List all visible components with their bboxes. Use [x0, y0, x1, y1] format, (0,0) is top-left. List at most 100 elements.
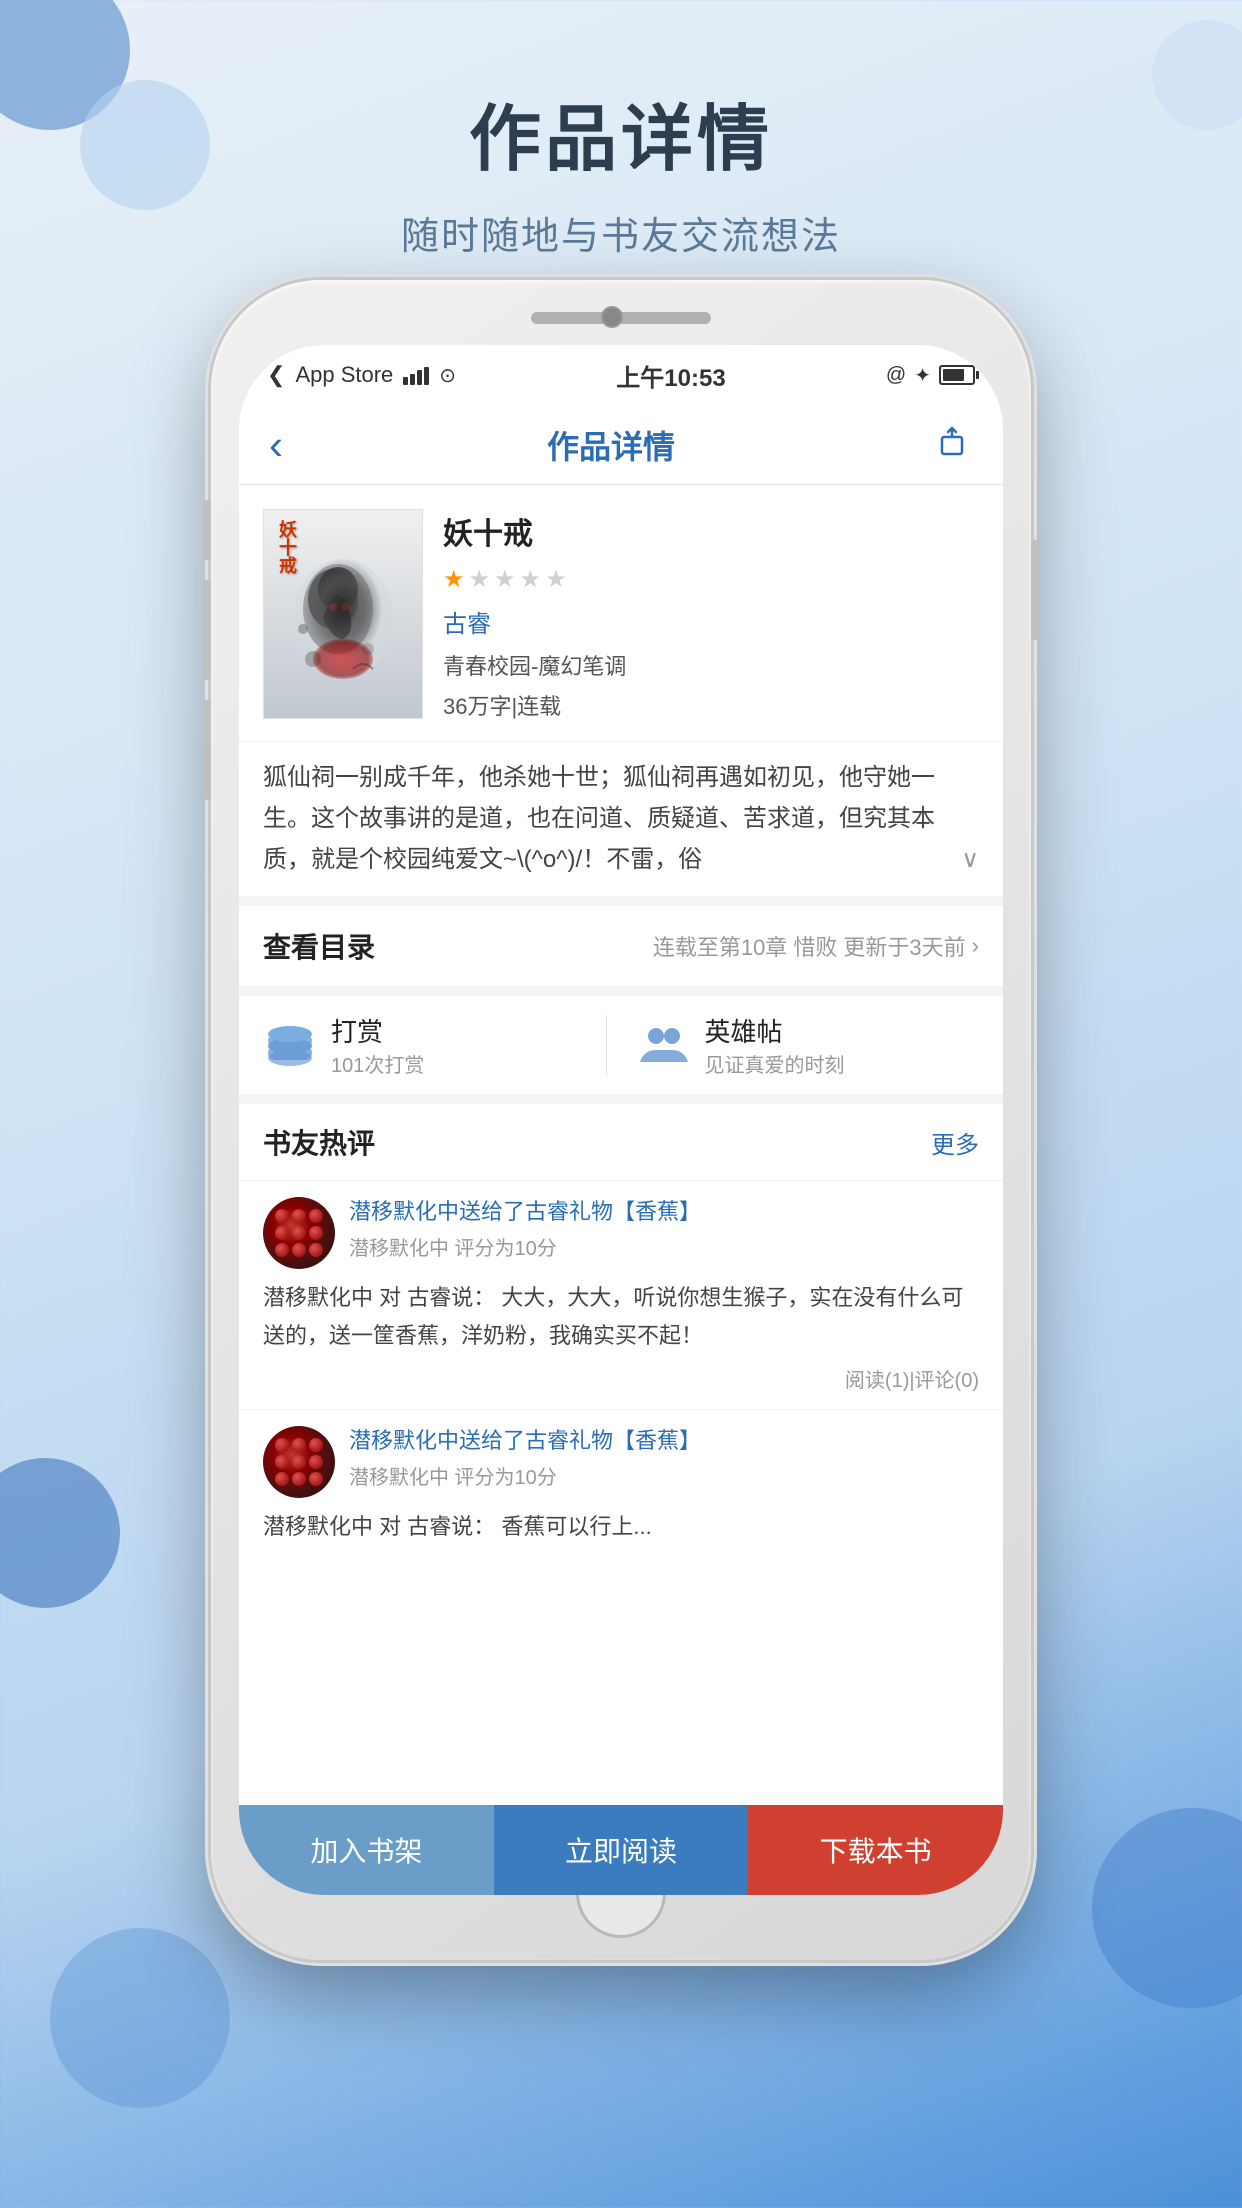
reward-text: 打赏 101次打赏 — [331, 1012, 424, 1078]
berries-grid — [269, 1203, 329, 1263]
hero-post-sub: 见证真爱的时刻 — [705, 1049, 845, 1078]
star-3: ★ — [494, 565, 516, 594]
review-footer-1: 阅读(1)|评论(0) — [263, 1364, 979, 1393]
berry-e — [292, 1455, 306, 1469]
book-author[interactable]: 古睿 — [443, 604, 979, 639]
content-area: 妖十戒 ★ ★ ★ ★ ★ 古睿 青春校园-魔幻笔调 36万字|连载 — [239, 485, 1003, 1805]
toc-row[interactable]: 查看目录 连载至第10章 惜败 更新于3天前 › — [239, 896, 1003, 986]
berry-9 — [309, 1243, 323, 1257]
bg-decor-circle-4 — [1092, 1808, 1242, 2008]
add-to-shelf-button[interactable]: 加入书架 — [239, 1805, 494, 1895]
share-button[interactable] — [939, 424, 973, 465]
review-top-2: 潜移默化中送给了古睿礼物【香蕉】 潜移默化中 评分为10分 — [263, 1426, 979, 1498]
berry-i — [309, 1472, 323, 1486]
book-description: 狐仙祠一别成千年，他杀她十世；狐仙祠再遇如初见，他守她一生。这个故事讲的是道，也… — [239, 741, 1003, 896]
berries-grid-2 — [269, 1432, 329, 1492]
reviews-title: 书友热评 — [263, 1122, 375, 1162]
nav-title: 作品详情 — [547, 422, 675, 468]
book-genre: 青春校园-魔幻笔调 — [443, 649, 979, 681]
avatar-image-1 — [263, 1197, 335, 1269]
toc-arrow-icon: › — [972, 933, 979, 959]
berry-6 — [309, 1226, 323, 1240]
book-rating: ★ ★ ★ ★ ★ — [443, 565, 979, 594]
berry-g — [275, 1472, 289, 1486]
star-2: ★ — [469, 565, 491, 594]
review-title-1[interactable]: 潜移默化中送给了古睿礼物【香蕉】 — [349, 1197, 701, 1228]
hero-post-icon — [637, 1018, 691, 1072]
book-info-section: 妖十戒 ★ ★ ★ ★ ★ 古睿 青春校园-魔幻笔调 36万字|连载 — [239, 485, 1003, 741]
phone-power-button — [1031, 540, 1039, 640]
reward-count: 101次打赏 — [331, 1049, 424, 1078]
berry-3 — [309, 1209, 323, 1223]
status-time: 上午10:53 — [616, 358, 725, 393]
signal-icon — [403, 365, 429, 385]
toc-info: 连载至第10章 惜败 更新于3天前 › — [653, 930, 979, 962]
bottom-bar: 加入书架 立即阅读 下载本书 — [239, 1805, 1003, 1895]
book-cover-art — [264, 510, 422, 718]
battery-icon — [939, 365, 975, 385]
reviewer-avatar-1 — [263, 1197, 335, 1269]
description-text: 狐仙祠一别成千年，他杀她十世；狐仙祠再遇如初见，他守她一生。这个故事讲的是道，也… — [263, 764, 935, 873]
book-cover — [263, 509, 423, 719]
star-4: ★ — [520, 565, 542, 594]
status-right: @ ✦ — [886, 363, 975, 388]
cover-illustration — [283, 539, 403, 689]
page-title: 作品详情 — [0, 80, 1242, 185]
review-user-info-2: 潜移默化中 评分为10分 — [349, 1461, 701, 1490]
phone-mockup: ❮ App Store ⊙ 上午10:53 @ ✦ — [211, 280, 1031, 1960]
bg-decor-circle-6 — [50, 1928, 230, 2108]
chapter-info: 连载至第10章 惜败 — [653, 930, 838, 962]
status-bar: ❮ App Store ⊙ 上午10:53 @ ✦ — [239, 345, 1003, 405]
reviews-header: 书友热评 更多 — [239, 1094, 1003, 1180]
page-header: 作品详情 随时随地与书友交流想法 — [0, 80, 1242, 290]
berry-d — [275, 1455, 289, 1469]
review-title-2[interactable]: 潜移默化中送给了古睿礼物【香蕉】 — [349, 1426, 701, 1457]
review-top-1: 潜移默化中送给了古睿礼物【香蕉】 潜移默化中 评分为10分 — [263, 1197, 979, 1269]
phone-outer: ❮ App Store ⊙ 上午10:53 @ ✦ — [211, 280, 1031, 1960]
back-app-icon: ❮ — [267, 362, 285, 388]
bluetooth-icon: ✦ — [914, 363, 931, 388]
reward-action[interactable]: 打赏 101次打赏 — [263, 1012, 606, 1078]
berry-b — [292, 1438, 306, 1452]
berry-5 — [292, 1226, 306, 1240]
back-button[interactable]: ‹ — [269, 421, 283, 469]
star-1: ★ — [443, 565, 465, 594]
review-body-1: 潜移默化中 对 古睿说： 大大，大大，听说你想生猴子，实在没有什么可送的，送一筐… — [263, 1279, 979, 1354]
review-meta-2: 潜移默化中送给了古睿礼物【香蕉】 潜移默化中 评分为10分 — [349, 1426, 701, 1490]
phone-volume-down-button — [203, 700, 211, 800]
bg-decor-circle-5 — [0, 1458, 120, 1608]
book-title: 妖十戒 — [443, 509, 979, 553]
expand-icon[interactable]: ∨ — [961, 840, 979, 881]
page-subtitle: 随时随地与书友交流想法 — [0, 205, 1242, 260]
reward-label: 打赏 — [331, 1012, 424, 1049]
reward-icon — [263, 1018, 317, 1072]
berry-1 — [275, 1209, 289, 1223]
review-body-2: 潜移默化中 对 古睿说： 香蕉可以行上... — [263, 1508, 979, 1545]
download-book-button[interactable]: 下载本书 — [748, 1805, 1003, 1895]
berry-a — [275, 1438, 289, 1452]
hero-post-action[interactable]: 英雄帖 见证真爱的时刻 — [607, 1012, 980, 1078]
berry-7 — [275, 1243, 289, 1257]
reviews-more-button[interactable]: 更多 — [931, 1125, 979, 1160]
update-info: 更新于3天前 — [843, 930, 965, 962]
toc-label: 查看目录 — [263, 926, 375, 966]
review-user-info-1: 潜移默化中 评分为10分 — [349, 1232, 701, 1261]
berry-4 — [275, 1226, 289, 1240]
carrier-label: App Store — [295, 362, 393, 388]
phone-camera — [601, 306, 623, 328]
read-now-button[interactable]: 立即阅读 — [494, 1805, 749, 1895]
review-meta-1: 潜移默化中送给了古睿礼物【香蕉】 潜移默化中 评分为10分 — [349, 1197, 701, 1261]
hero-post-text: 英雄帖 见证真爱的时刻 — [705, 1012, 845, 1078]
review-item-2: 潜移默化中送给了古睿礼物【香蕉】 潜移默化中 评分为10分 潜移默化中 对 古睿… — [239, 1409, 1003, 1571]
hero-post-label: 英雄帖 — [705, 1012, 845, 1049]
book-words: 36万字|连载 — [443, 689, 979, 721]
berry-f — [309, 1455, 323, 1469]
phone-volume-up-button — [203, 580, 211, 680]
avatar-image-2 — [263, 1426, 335, 1498]
wifi-icon: ⊙ — [439, 363, 456, 388]
berry-h — [292, 1472, 306, 1486]
book-meta: 妖十戒 ★ ★ ★ ★ ★ 古睿 青春校园-魔幻笔调 36万字|连载 — [443, 509, 979, 721]
berry-8 — [292, 1243, 306, 1257]
reviewer-avatar-2 — [263, 1426, 335, 1498]
battery-fill — [943, 369, 964, 381]
